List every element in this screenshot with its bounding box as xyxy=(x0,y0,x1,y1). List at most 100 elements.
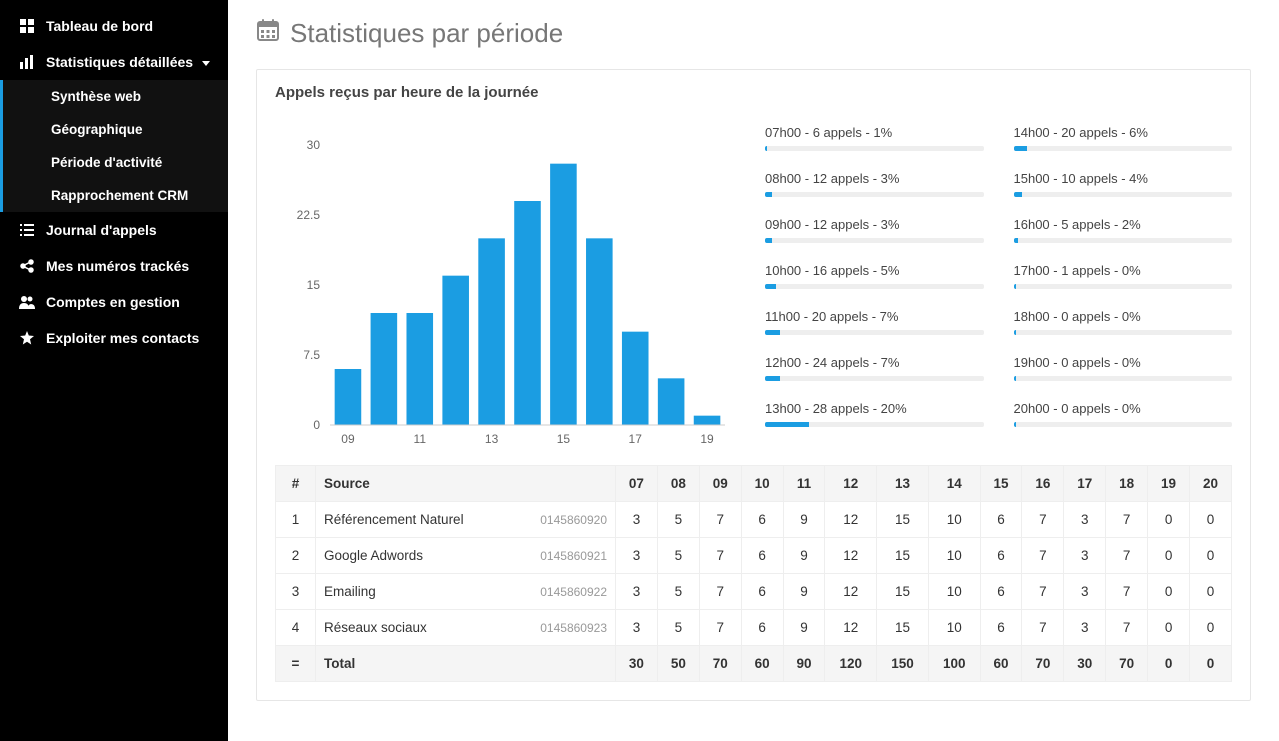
table-cell: 6 xyxy=(741,574,783,610)
svg-text:17: 17 xyxy=(629,432,643,446)
table-cell: 3 xyxy=(1064,574,1106,610)
source-name: Google Adwords xyxy=(324,548,423,563)
source-cell: Réseaux sociaux0145860923 xyxy=(316,610,616,646)
table-cell: 0 xyxy=(1148,610,1190,646)
sidebar-item-label: Journal d'appels xyxy=(46,222,157,238)
sidebar-item-synthese-web[interactable]: Synthèse web xyxy=(3,80,228,113)
table-cell: 5 xyxy=(657,502,699,538)
progress-track xyxy=(1014,376,1233,381)
list-icon xyxy=(18,223,36,237)
table-cell: 12 xyxy=(825,502,877,538)
table-cell: 12 xyxy=(825,574,877,610)
table-cell: 3 xyxy=(616,574,658,610)
table-header: 20 xyxy=(1190,466,1232,502)
hour-summary: 07h00 - 6 appels - 1% 08h00 - 12 appels -… xyxy=(765,125,1232,455)
table-row: 1Référencement Naturel014586092035769121… xyxy=(276,502,1232,538)
sidebar-item-periode-activite[interactable]: Période d'activité xyxy=(3,146,228,179)
table-cell: 12 xyxy=(825,610,877,646)
table-cell: 3 xyxy=(616,502,658,538)
table-row: 4Réseaux sociaux014586092335769121510673… xyxy=(276,610,1232,646)
table-cell: 7 xyxy=(1106,538,1148,574)
table-cell: 6 xyxy=(980,610,1022,646)
table-cell: 9 xyxy=(783,610,825,646)
table-cell: 120 xyxy=(825,646,877,682)
source-phone: 0145860921 xyxy=(540,549,607,563)
row-index: = xyxy=(276,646,316,682)
svg-text:15: 15 xyxy=(307,278,321,292)
table-cell: 3 xyxy=(1064,610,1106,646)
table-cell: 0 xyxy=(1190,610,1232,646)
sidebar-submenu-stats: Synthèse web Géographique Période d'acti… xyxy=(0,80,228,212)
progress-track xyxy=(765,146,984,151)
sidebar-item-dashboard[interactable]: Tableau de bord xyxy=(0,8,228,44)
sidebar-item-rapprochement-crm[interactable]: Rapprochement CRM xyxy=(3,179,228,212)
hour-summary-label: 16h00 - 5 appels - 2% xyxy=(1014,217,1233,232)
hour-summary-label: 10h00 - 16 appels - 5% xyxy=(765,263,984,278)
table-cell: 6 xyxy=(980,502,1022,538)
progress-track xyxy=(765,284,984,289)
hour-summary-label: 13h00 - 28 appels - 20% xyxy=(765,401,984,416)
table-header: 09 xyxy=(699,466,741,502)
progress-fill xyxy=(765,422,809,427)
data-table: #Source0708091011121314151617181920 1Réf… xyxy=(275,465,1232,682)
table-header: 07 xyxy=(616,466,658,502)
table-cell: 150 xyxy=(877,646,929,682)
table-cell: 9 xyxy=(783,574,825,610)
table-cell: 10 xyxy=(928,502,980,538)
progress-fill xyxy=(1014,238,1018,243)
dashboard-icon xyxy=(18,19,36,33)
hour-summary-item: 15h00 - 10 appels - 4% xyxy=(1014,171,1233,197)
table-cell: 15 xyxy=(877,574,929,610)
table-cell: 7 xyxy=(1022,502,1064,538)
svg-text:7.5: 7.5 xyxy=(303,348,320,362)
progress-track xyxy=(1014,238,1233,243)
hour-summary-label: 09h00 - 12 appels - 3% xyxy=(765,217,984,232)
hour-summary-item: 13h00 - 28 appels - 20% xyxy=(765,401,984,427)
hour-summary-item: 08h00 - 12 appels - 3% xyxy=(765,171,984,197)
table-header: 11 xyxy=(783,466,825,502)
table-cell: 70 xyxy=(699,646,741,682)
sidebar-item-contacts[interactable]: Exploiter mes contacts xyxy=(0,320,228,356)
progress-fill xyxy=(765,330,780,335)
table-cell: 0 xyxy=(1148,646,1190,682)
hour-summary-item: 07h00 - 6 appels - 1% xyxy=(765,125,984,151)
table-header: 15 xyxy=(980,466,1022,502)
table-cell: 30 xyxy=(1064,646,1106,682)
progress-track xyxy=(765,330,984,335)
sidebar-item-label: Comptes en gestion xyxy=(46,294,180,310)
table-header: 17 xyxy=(1064,466,1106,502)
table-cell: 0 xyxy=(1190,538,1232,574)
hour-summary-item: 16h00 - 5 appels - 2% xyxy=(1014,217,1233,243)
source-cell: Emailing0145860922 xyxy=(316,574,616,610)
table-header: 12 xyxy=(825,466,877,502)
hour-summary-item: 18h00 - 0 appels - 0% xyxy=(1014,309,1233,335)
progress-track xyxy=(1014,422,1233,427)
table-header: # xyxy=(276,466,316,502)
table-cell: 7 xyxy=(699,574,741,610)
source-name: Réseaux sociaux xyxy=(324,620,427,635)
progress-track xyxy=(765,192,984,197)
progress-fill xyxy=(1014,192,1023,197)
table-cell: 3 xyxy=(616,610,658,646)
hour-summary-label: 08h00 - 12 appels - 3% xyxy=(765,171,984,186)
sidebar-item-label: Mes numéros trackés xyxy=(46,258,189,274)
progress-track xyxy=(765,422,984,427)
hour-summary-label: 12h00 - 24 appels - 7% xyxy=(765,355,984,370)
sidebar-item-accounts[interactable]: Comptes en gestion xyxy=(0,284,228,320)
calendar-icon xyxy=(256,18,280,49)
star-icon xyxy=(18,331,36,345)
table-cell: 9 xyxy=(783,502,825,538)
progress-fill xyxy=(1014,284,1016,289)
hour-summary-label: 19h00 - 0 appels - 0% xyxy=(1014,355,1233,370)
sidebar-item-geographique[interactable]: Géographique xyxy=(3,113,228,146)
sidebar-item-tracked-numbers[interactable]: Mes numéros trackés xyxy=(0,248,228,284)
sidebar-item-journal[interactable]: Journal d'appels xyxy=(0,212,228,248)
stats-panel: Appels reçus par heure de la journée 07.… xyxy=(256,69,1251,701)
table-cell: 15 xyxy=(877,538,929,574)
row-index: 3 xyxy=(276,574,316,610)
table-cell: 0 xyxy=(1148,502,1190,538)
sidebar-item-stats[interactable]: Statistiques détaillées xyxy=(0,44,228,80)
sidebar-item-label: Tableau de bord xyxy=(46,18,153,34)
table-cell: 6 xyxy=(980,538,1022,574)
table-cell: 5 xyxy=(657,538,699,574)
